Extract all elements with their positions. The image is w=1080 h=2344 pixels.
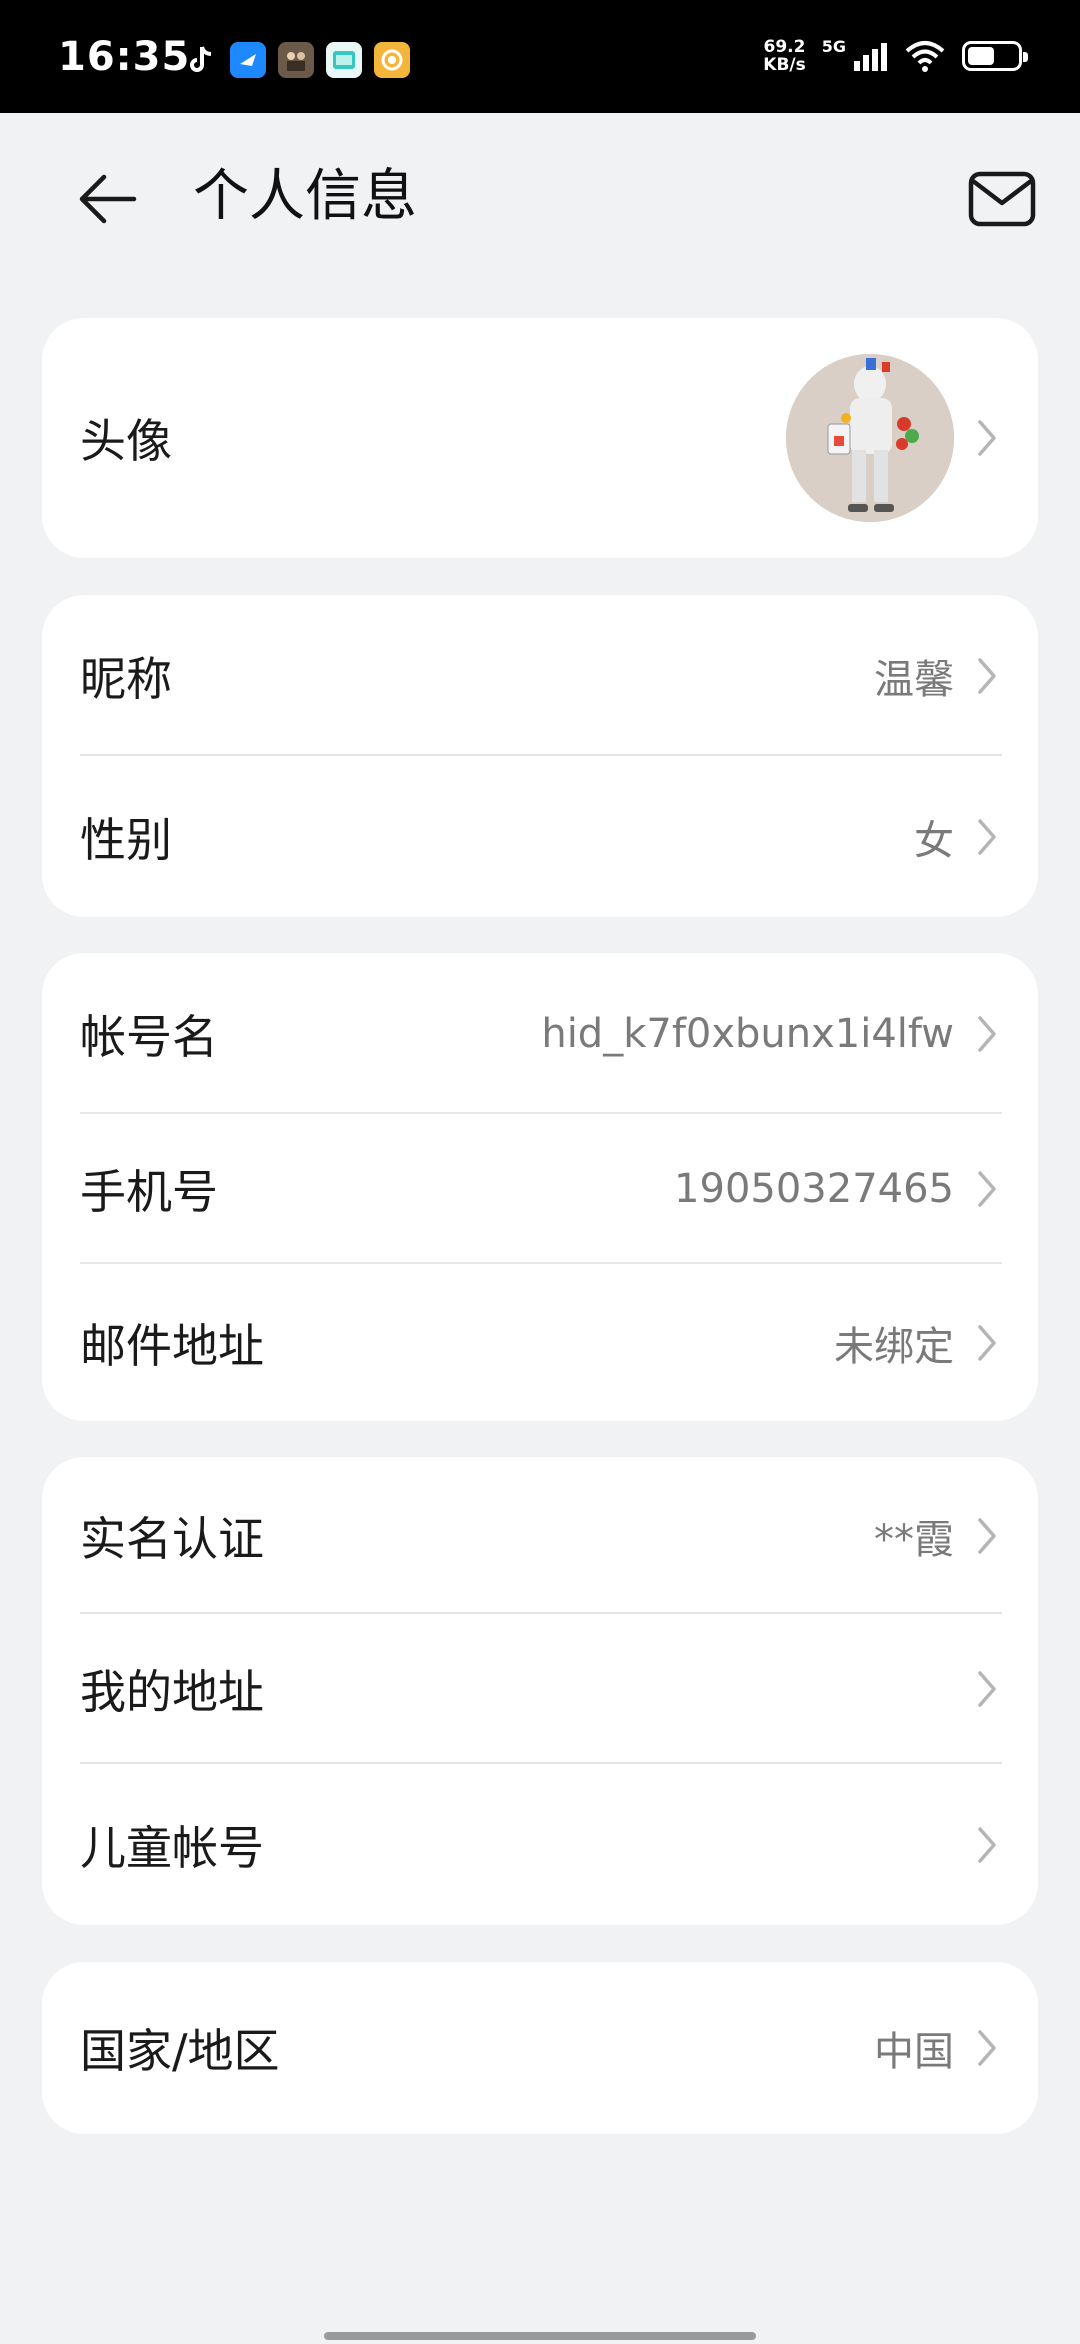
my-address-row[interactable]: 我的地址 [42, 1614, 1038, 1764]
chevron-right-icon [974, 1167, 1000, 1211]
nickname-value: 温馨 [874, 656, 954, 703]
app-header: 个人信息 [0, 113, 1080, 283]
email-label: 邮件地址 [80, 1318, 264, 1373]
signal-icon [854, 43, 887, 71]
account-name-row[interactable]: 帐号名 hid_k7f0xbunx1i4lfw [42, 953, 1038, 1114]
orange-app-icon [374, 42, 410, 78]
status-bar: 16:35 69.2 KB/s 5G [0, 0, 1080, 113]
status-indicators: 69.2 KB/s 5G [763, 36, 1028, 75]
chevron-right-icon [974, 1823, 1000, 1867]
chevron-right-icon [974, 654, 1000, 698]
wifi-icon [905, 41, 945, 72]
battery-level [968, 47, 995, 65]
mail-icon [968, 171, 1036, 227]
gender-row[interactable]: 性别 女 [42, 756, 1038, 917]
network-type: 5G [821, 36, 846, 56]
status-time: 16:35 [58, 34, 191, 80]
real-name-value: **霞 [874, 1516, 954, 1563]
account-name-label: 帐号名 [80, 1009, 218, 1064]
nickname-label: 昵称 [80, 651, 172, 706]
identity-card: 实名认证 **霞 我的地址 儿童帐号 [42, 1457, 1038, 1925]
region-card: 国家/地区 中国 [42, 1962, 1038, 2134]
nickname-row[interactable]: 昵称 温馨 [42, 595, 1038, 756]
network-speed: 69.2 KB/s [763, 37, 806, 75]
chevron-right-icon [974, 815, 1000, 859]
region-value: 中国 [874, 2029, 954, 2075]
my-address-label: 我的地址 [80, 1665, 264, 1719]
teal-app-icon [326, 42, 362, 78]
avatar [786, 354, 954, 522]
phone-label: 手机号 [80, 1165, 218, 1219]
region-label: 国家/地区 [80, 2024, 280, 2078]
avatar-row[interactable]: 头像 [42, 318, 1038, 558]
blue-app-icon [230, 42, 266, 78]
message-button[interactable] [966, 163, 1038, 235]
notification-icons [182, 42, 410, 78]
profile-card: 昵称 温馨 性别 女 [42, 595, 1038, 917]
avatar-image [786, 354, 954, 522]
chevron-right-icon [974, 1514, 1000, 1558]
email-row[interactable]: 邮件地址 未绑定 [42, 1264, 1038, 1421]
phone-value: 19050327465 [674, 1166, 954, 1212]
child-account-label: 儿童帐号 [80, 1820, 264, 1875]
gender-value: 女 [914, 817, 954, 864]
page-title: 个人信息 [193, 164, 417, 229]
region-row[interactable]: 国家/地区 中国 [42, 1962, 1038, 2134]
gender-label: 性别 [80, 812, 172, 867]
battery-icon [962, 41, 1028, 71]
phone-row[interactable]: 手机号 19050327465 [42, 1114, 1038, 1264]
email-value: 未绑定 [834, 1323, 954, 1370]
avatar-label: 头像 [80, 414, 172, 468]
chevron-right-icon [974, 1667, 1000, 1711]
chevron-right-icon [974, 2026, 1000, 2070]
avatar-card: 头像 [42, 318, 1038, 558]
real-name-row[interactable]: 实名认证 **霞 [42, 1457, 1038, 1614]
account-card: 帐号名 hid_k7f0xbunx1i4lfw 手机号 19050327465 … [42, 953, 1038, 1421]
chevron-right-icon [974, 1012, 1000, 1056]
chevron-right-icon [974, 416, 1000, 460]
real-name-label: 实名认证 [80, 1511, 264, 1566]
account-name-value: hid_k7f0xbunx1i4lfw [541, 1010, 954, 1057]
game-app-icon [278, 42, 314, 78]
back-button[interactable] [72, 163, 144, 235]
arrow-left-icon [79, 174, 137, 224]
home-indicator[interactable] [324, 2332, 756, 2340]
chevron-right-icon [974, 1321, 1000, 1365]
tiktok-icon [182, 42, 218, 78]
child-account-row[interactable]: 儿童帐号 [42, 1764, 1038, 1925]
